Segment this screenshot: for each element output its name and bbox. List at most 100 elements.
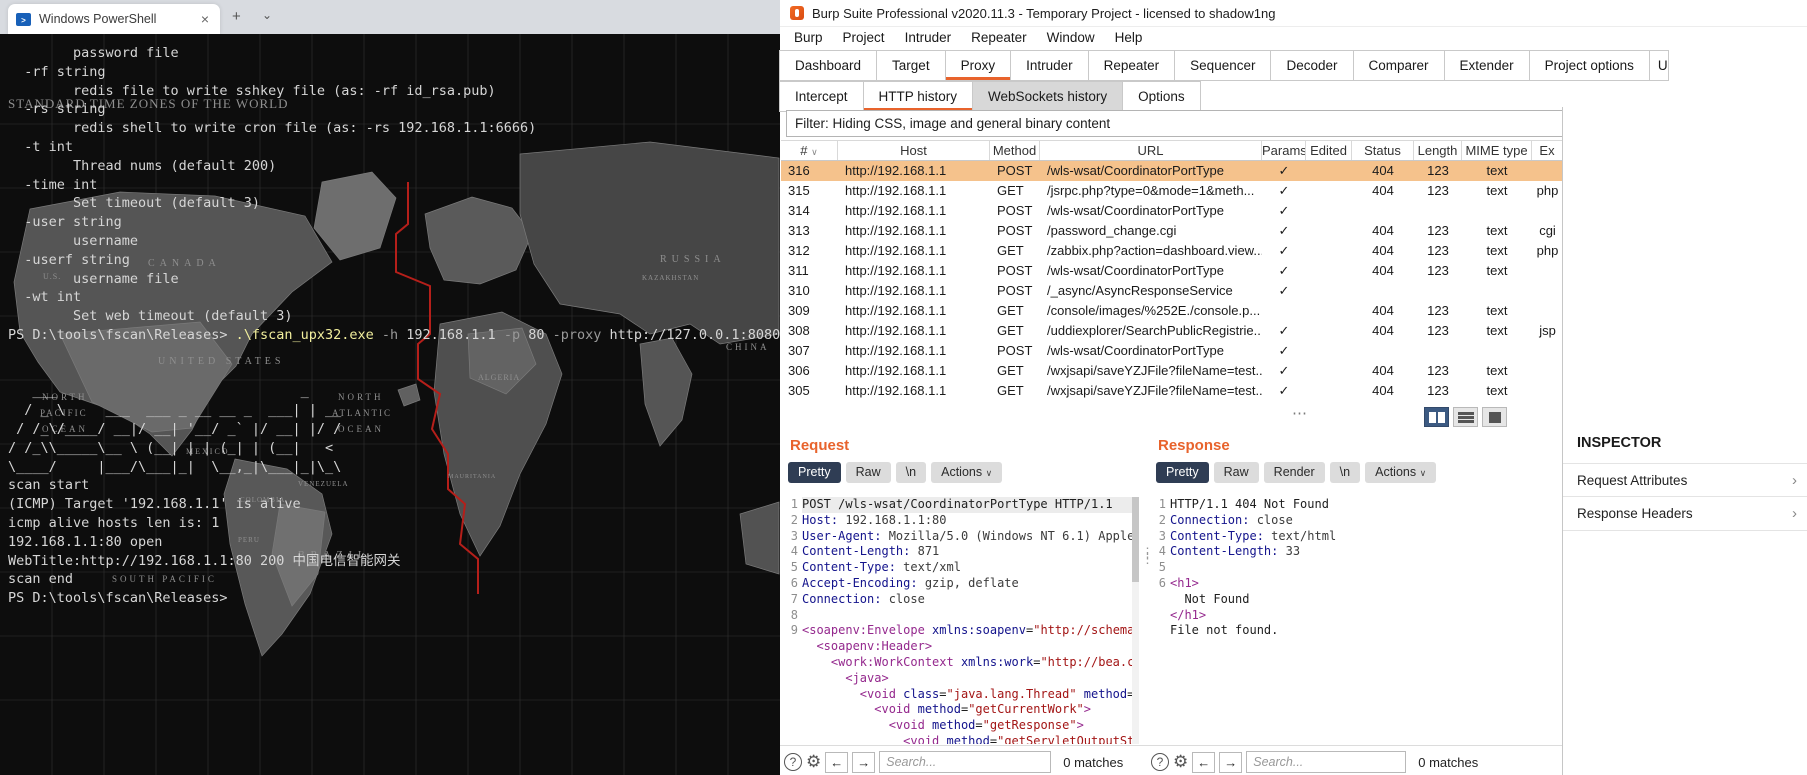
table-row[interactable]: 310 http://192.168.1.1 POST /_async/AsyncRe… xyxy=(781,281,1563,301)
cell-method: POST xyxy=(997,283,1033,298)
render-button[interactable]: Render xyxy=(1263,462,1325,483)
cell-edited xyxy=(1306,361,1352,381)
actions-button[interactable]: Actions ∨ xyxy=(1365,462,1437,483)
cell-host: http://192.168.1.1 xyxy=(845,243,947,258)
menu-window[interactable]: Window xyxy=(1037,27,1105,50)
close-icon[interactable]: × xyxy=(198,11,212,27)
request-match-count: 0 matches xyxy=(1063,754,1124,770)
table-row[interactable]: 312 http://192.168.1.1 GET/zabbix.php?acti… xyxy=(781,241,1563,261)
next-match-button[interactable]: → xyxy=(852,751,876,773)
cell-ext: jsp xyxy=(1539,323,1556,338)
response-search-toolbar: ? ⚙ ← → 0 matches xyxy=(1151,750,1478,774)
table-row[interactable]: 306 http://192.168.1.1 GET/wxjsapi/saveYZJ… xyxy=(781,361,1563,381)
raw-button[interactable]: Raw xyxy=(845,462,891,483)
new-tab-button[interactable]: + xyxy=(232,8,241,25)
gear-icon[interactable]: ⚙ xyxy=(806,753,821,771)
prev-match-button[interactable]: ← xyxy=(1192,751,1216,773)
response-editor[interactable]: 1 HTTP/1.1 404 Not Found 2 Connection: clos… xyxy=(1150,497,1555,744)
next-match-button[interactable]: → xyxy=(1219,751,1243,773)
menu-burp[interactable]: Burp xyxy=(784,27,833,50)
column-header-url[interactable]: URL xyxy=(1040,141,1262,160)
tab-dropdown-icon[interactable]: ⌄ xyxy=(262,8,272,22)
tab-intruder[interactable]: Intruder xyxy=(1010,50,1089,81)
tab-proxy[interactable]: Proxy xyxy=(944,50,1012,81)
n-button[interactable]: \n xyxy=(895,462,927,483)
cell-edited xyxy=(1306,301,1352,321)
cell-ext xyxy=(1532,161,1563,181)
table-row[interactable]: 307 http://192.168.1.1 POST/wls-wsat/Coord… xyxy=(781,341,1563,361)
column-header-edited[interactable]: Edited xyxy=(1306,141,1352,160)
cell-ext: php xyxy=(1536,243,1559,258)
subtab-options[interactable]: Options xyxy=(1122,81,1201,112)
subtab-websockets-history[interactable]: WebSockets history xyxy=(972,81,1124,112)
cell-ext: php xyxy=(1536,183,1559,198)
terminal-body[interactable]: STANDARD TIME ZONES OF THE WORLD CANADA U.… xyxy=(0,34,780,775)
splitter-handle-icon[interactable]: ⋯ xyxy=(1292,404,1309,422)
menu-project[interactable]: Project xyxy=(833,27,895,50)
cell-host: http://192.168.1.1 xyxy=(845,323,947,338)
table-row[interactable]: 314 http://192.168.1.1 POST/wls-wsat/Coord… xyxy=(781,201,1563,221)
cell-num: 311 xyxy=(788,263,809,278)
cell-edited xyxy=(1306,381,1352,401)
cell-num: 309 xyxy=(788,303,810,318)
stacked-view-button[interactable] xyxy=(1453,407,1478,427)
column-header-[interactable]: # ∨ xyxy=(781,141,838,160)
raw-button[interactable]: Raw xyxy=(1213,462,1259,483)
request-editor[interactable]: 1 POST /wls-wsat/CoordinatorPortType HTTP… xyxy=(782,497,1132,744)
code-line: 1 HTTP/1.1 404 Not Found xyxy=(1158,497,1329,511)
gear-icon[interactable]: ⚙ xyxy=(1173,753,1188,771)
cell-length: 123 xyxy=(1427,363,1449,378)
columns-view-button[interactable] xyxy=(1424,407,1449,427)
column-header-status[interactable]: Status xyxy=(1352,141,1414,160)
pretty-button[interactable]: Pretty xyxy=(1156,462,1209,483)
request-search-input[interactable] xyxy=(879,751,1052,773)
column-header-length[interactable]: Length xyxy=(1414,141,1462,160)
column-header-method[interactable]: Method xyxy=(990,141,1040,160)
prev-match-button[interactable]: ← xyxy=(825,751,849,773)
n-button[interactable]: \n xyxy=(1329,462,1361,483)
subtab-http-history[interactable]: HTTP history xyxy=(862,81,974,112)
table-row[interactable]: 311 http://192.168.1.1 POST/wls-wsat/Coord… xyxy=(781,261,1563,281)
help-icon[interactable]: ? xyxy=(784,753,802,771)
column-header-host[interactable]: Host xyxy=(838,141,990,160)
tab-comparer[interactable]: Comparer xyxy=(1352,50,1445,81)
tab-repeater[interactable]: Repeater xyxy=(1087,50,1176,81)
table-row[interactable]: 313 http://192.168.1.1 POST/password_chang… xyxy=(781,221,1563,241)
cell-params: ✓ xyxy=(1278,363,1290,378)
pretty-button[interactable]: Pretty xyxy=(788,462,841,483)
inspector-section-response-headers[interactable]: Response Headers › xyxy=(1563,497,1807,531)
menu-intruder[interactable]: Intruder xyxy=(895,27,962,50)
cell-edited xyxy=(1306,241,1352,261)
column-header-params[interactable]: Params xyxy=(1262,141,1306,160)
cell-num: 313 xyxy=(788,223,810,238)
menu-repeater[interactable]: Repeater xyxy=(961,27,1037,50)
tab-target[interactable]: Target xyxy=(876,50,946,81)
response-search-input[interactable] xyxy=(1246,751,1407,773)
cell-num: 307 xyxy=(788,343,810,358)
actions-button[interactable]: Actions ∨ xyxy=(931,462,1003,483)
cell-status: 404 xyxy=(1372,163,1394,178)
tab-u[interactable]: U xyxy=(1648,50,1669,81)
cell-url: /uddiexplorer/SearchPublicRegistrie... xyxy=(1047,323,1262,338)
column-header-ex[interactable]: Ex xyxy=(1532,141,1563,160)
terminal-tab[interactable]: > Windows PowerShell × xyxy=(8,4,220,34)
menu-help[interactable]: Help xyxy=(1105,27,1153,50)
table-row[interactable]: 309 http://192.168.1.1 GET/console/images/… xyxy=(781,301,1563,321)
help-icon[interactable]: ? xyxy=(1151,753,1169,771)
table-row[interactable]: 316 http://192.168.1.1 POST/wls-wsat/Coord… xyxy=(781,161,1563,181)
request-scrollbar[interactable] xyxy=(1132,497,1139,744)
tab-project-options[interactable]: Project options xyxy=(1528,50,1650,81)
subtab-intercept[interactable]: Intercept xyxy=(779,81,864,112)
column-header-mimetype[interactable]: MIME type xyxy=(1462,141,1532,160)
table-row[interactable]: 308 http://192.168.1.1 GET/uddiexplorer/Se… xyxy=(781,321,1563,341)
tab-sequencer[interactable]: Sequencer xyxy=(1174,50,1272,81)
table-row[interactable]: 315 http://192.168.1.1 GET/jsrpc.php?type=… xyxy=(781,181,1563,201)
tab-dashboard[interactable]: Dashboard xyxy=(779,50,878,81)
cell-num: 312 xyxy=(788,243,810,258)
tab-extender[interactable]: Extender xyxy=(1443,50,1530,81)
single-view-button[interactable] xyxy=(1482,407,1507,427)
cell-host: http://192.168.1.1 xyxy=(845,363,947,378)
tab-decoder[interactable]: Decoder xyxy=(1270,50,1354,81)
inspector-section-request-attributes[interactable]: Request Attributes › xyxy=(1563,463,1807,497)
table-row[interactable]: 305 http://192.168.1.1 GET/wxjsapi/saveYZJ… xyxy=(781,381,1563,401)
